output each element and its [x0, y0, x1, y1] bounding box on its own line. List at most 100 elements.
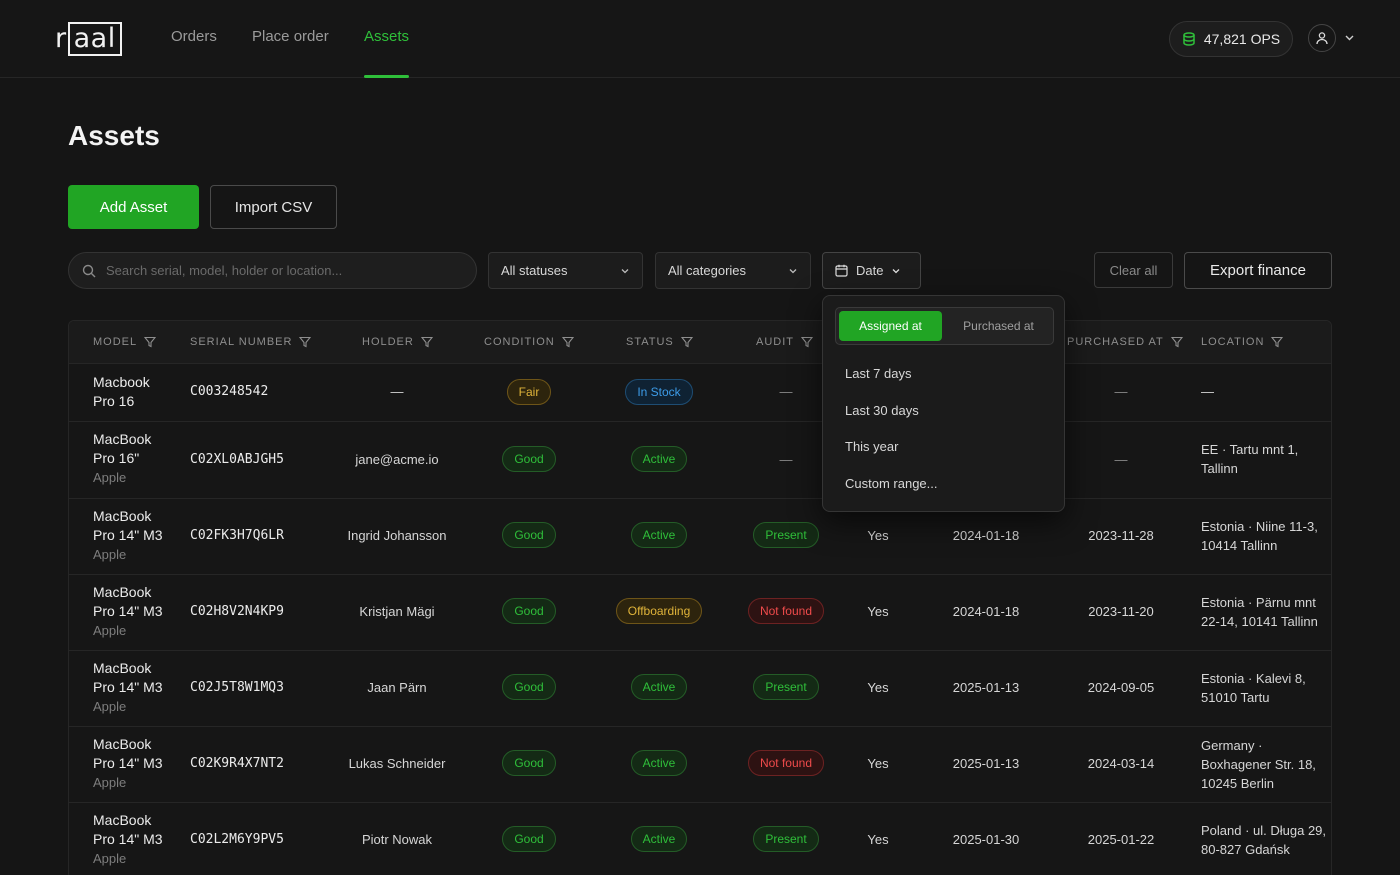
top-navigation: r aal Orders Place order Assets 47,821 OP…	[0, 0, 1400, 78]
model-cell: Macbook Pro 16	[93, 373, 150, 411]
raal-logo[interactable]: r aal	[55, 22, 122, 56]
column-label: SERIAL NUMBER	[190, 336, 293, 348]
assigned-at-cell: 2025-01-30	[952, 832, 1020, 847]
purchased-at-cell: 2025-01-22	[1087, 832, 1155, 847]
table-row[interactable]: MacBook Pro 14" M3 Apple C02J5T8W1MQ3 Ja…	[69, 651, 1331, 727]
user-avatar[interactable]	[1308, 24, 1336, 52]
model-brand: Apple	[93, 699, 127, 714]
condition-cell: Fair	[469, 379, 589, 405]
nav-place-order[interactable]: Place order	[252, 28, 329, 45]
status-cell: Active	[599, 826, 719, 852]
location-cell: Poland · ul. Długa 29, 80-827 Gdańsk	[1201, 823, 1327, 857]
serial-cell: C003248542	[190, 384, 269, 399]
column-header-holder[interactable]: HOLDER	[362, 336, 433, 348]
model-name-line: MacBook	[93, 431, 152, 447]
filter-icon[interactable]	[1271, 336, 1284, 348]
location-cell: Estonia · Niine 11-3, 10414 Tallinn	[1201, 519, 1318, 553]
column-label: CONDITION	[484, 336, 555, 348]
audit-cell: Not found	[729, 598, 843, 624]
column-header-audit[interactable]: AUDIT	[756, 336, 813, 348]
model-name-line: Pro 14" M3	[93, 527, 163, 543]
model-name-line: MacBook	[93, 660, 152, 676]
active-nav-indicator	[364, 75, 409, 78]
status-badge: Active	[630, 674, 688, 700]
tab-purchased-at[interactable]: Purchased at	[946, 311, 1051, 341]
condition-badge: Good	[502, 826, 556, 852]
filter-icon[interactable]	[420, 336, 433, 348]
search-input[interactable]	[106, 263, 446, 278]
filter-icon[interactable]	[299, 336, 312, 348]
column-header-status[interactable]: STATUS	[626, 336, 693, 348]
filter-icon[interactable]	[561, 336, 574, 348]
date-option-last-7-days[interactable]: Last 7 days	[845, 366, 912, 381]
condition-cell: Good	[469, 598, 589, 624]
column-header-location[interactable]: LOCATION	[1201, 336, 1284, 348]
column-header-condition[interactable]: CONDITION	[484, 336, 574, 348]
category-filter-select[interactable]: All categories	[655, 252, 811, 289]
ops-balance-pill[interactable]: 47,821 OPS	[1169, 21, 1293, 57]
condition-cell: Good	[469, 826, 589, 852]
serial-cell: C02J5T8W1MQ3	[190, 680, 284, 695]
account-chevron-down-icon[interactable]	[1344, 32, 1355, 43]
serial-cell: C02XL0ABJGH5	[190, 452, 284, 467]
export-finance-button[interactable]: Export finance	[1184, 252, 1332, 289]
import-csv-button[interactable]: Import CSV	[210, 185, 337, 229]
condition-badge: Good	[502, 750, 556, 776]
tab-assigned-at[interactable]: Assigned at	[839, 311, 942, 341]
column-header-purchased-at[interactable]: PURCHASED AT	[1067, 336, 1183, 348]
date-filter-button[interactable]: Date	[822, 252, 921, 289]
chevron-down-icon	[891, 266, 901, 276]
table-row[interactable]: MacBook Pro 14" M3 Apple C02FK3H7Q6LR In…	[69, 499, 1331, 575]
model-name-line: MacBook	[93, 736, 152, 752]
holder-cell: Jaan Pärn	[367, 680, 427, 695]
date-option-last-30-days[interactable]: Last 30 days	[845, 403, 919, 418]
model-name-line: Pro 14" M3	[93, 603, 163, 619]
table-row[interactable]: MacBook Pro 14" M3 Apple C02L2M6Y9PV5 Pi…	[69, 803, 1331, 875]
table-row[interactable]: MacBook Pro 14" M3 Apple C02H8V2N4KP9 Kr…	[69, 575, 1331, 651]
model-name-line: MacBook	[93, 584, 152, 600]
assigned-at-cell: 2025-01-13	[952, 756, 1020, 771]
location-cell: —	[1201, 384, 1214, 399]
filter-icon[interactable]	[1170, 336, 1183, 348]
condition-badge: Good	[502, 522, 556, 548]
audit-cell: Not found	[729, 750, 843, 776]
location-cell: Estonia · Pärnu mnt 22-14, 10141 Tallinn	[1201, 595, 1318, 629]
assets-table: MODEL SERIAL NUMBER HOLDER CONDITION STA…	[68, 320, 1332, 875]
column-header-serial-number[interactable]: SERIAL NUMBER	[190, 336, 312, 348]
model-cell: MacBook Pro 14" M3 Apple	[93, 659, 163, 716]
assigned-at-cell: 2024-01-18	[952, 604, 1020, 619]
date-option-this-year[interactable]: This year	[845, 439, 898, 454]
date-filter-popover: Assigned at Purchased at Last 7 days Las…	[822, 295, 1065, 512]
table-row[interactable]: Macbook Pro 16 C003248542 — Fair In Stoc…	[69, 364, 1331, 422]
flag-cell: Yes	[867, 756, 889, 771]
model-cell: MacBook Pro 14" M3 Apple	[93, 811, 163, 868]
column-header-model[interactable]: MODEL	[93, 336, 157, 348]
audit-cell: Present	[729, 674, 843, 700]
purchased-at-cell: 2023-11-28	[1088, 528, 1154, 543]
column-label: PURCHASED AT	[1067, 336, 1164, 348]
date-filter-label: Date	[856, 263, 884, 278]
holder-cell: Kristjan Mägi	[359, 604, 435, 619]
model-name-line: Pro 14" M3	[93, 679, 163, 695]
nav-assets[interactable]: Assets	[364, 28, 409, 45]
condition-badge: Good	[502, 598, 556, 624]
nav-orders[interactable]: Orders	[171, 28, 217, 45]
table-row[interactable]: MacBook Pro 16" Apple C02XL0ABJGH5 jane@…	[69, 422, 1331, 499]
filter-icon[interactable]	[144, 336, 157, 348]
add-asset-button[interactable]: Add Asset	[68, 185, 199, 229]
filter-icon[interactable]	[801, 336, 813, 348]
filter-icon[interactable]	[680, 336, 693, 348]
date-option-custom-range[interactable]: Custom range...	[845, 476, 938, 491]
condition-badge: Good	[502, 674, 556, 700]
audit-badge: Not found	[747, 750, 825, 776]
audit-badge: Present	[753, 674, 819, 700]
model-brand: Apple	[93, 547, 127, 562]
status-badge: Active	[630, 522, 688, 548]
condition-cell: Good	[469, 446, 589, 472]
flag-cell: Yes	[867, 680, 889, 695]
table-row[interactable]: MacBook Pro 14" M3 Apple C02K9R4X7NT2 Lu…	[69, 727, 1331, 803]
status-filter-select[interactable]: All statuses	[488, 252, 643, 289]
clear-all-button[interactable]: Clear all	[1094, 252, 1173, 288]
model-cell: MacBook Pro 14" M3 Apple	[93, 583, 163, 640]
audit-cell: Present	[729, 826, 843, 852]
